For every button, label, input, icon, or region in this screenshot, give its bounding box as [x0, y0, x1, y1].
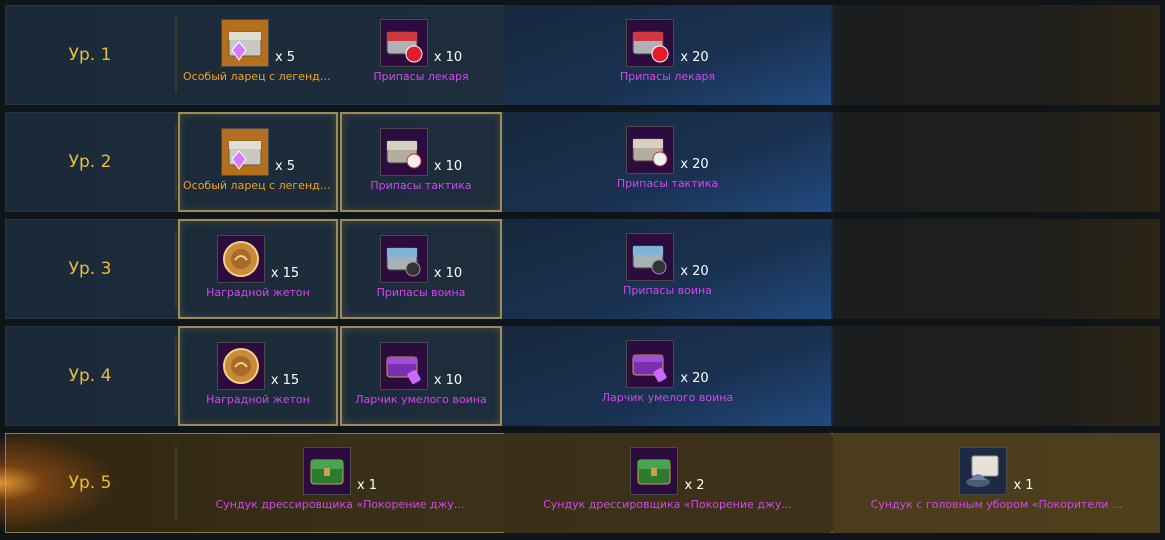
reward-quantity: x 5 — [274, 50, 296, 65]
reward-name: Сундук с головным убором «Покорители ... — [870, 498, 1123, 511]
reward-name: Ларчик умелого воина — [601, 391, 734, 404]
reward-name: Припасы воина — [623, 284, 712, 297]
row-divider — [175, 17, 177, 93]
healer-supplies-chest-icon[interactable] — [379, 19, 428, 67]
healer-supplies-chest-icon[interactable] — [626, 19, 675, 67]
reward-quantity: x 2 — [684, 478, 705, 493]
reward-quantity: x 15 — [270, 266, 300, 281]
skilled-warrior-box-icon[interactable] — [626, 340, 675, 388]
legendary-chest-icon[interactable] — [220, 128, 269, 176]
reward-quantity: x 5 — [274, 159, 296, 174]
reward-name: Особый ларец с легендар... — [183, 179, 333, 192]
reward-quantity: x 15 — [270, 373, 300, 388]
warrior-supplies-chest-icon[interactable] — [379, 235, 428, 283]
reward-slot-empty — [833, 326, 1160, 426]
reward-slot-free[interactable]: x 5 Особый ларец с легендар... — [178, 112, 338, 212]
reward-quantity: x 10 — [433, 50, 463, 65]
reward-quantity: x 10 — [433, 373, 463, 388]
reward-slot-free[interactable]: x 15 Наградной жетон — [178, 326, 338, 426]
level-row-3: Ур. 3 x 15 Наградной жетон x 10 Припасы … — [5, 219, 1160, 319]
level-row-2: Ур. 2 x 5 Особый ларец с легендар... x 1… — [5, 112, 1160, 212]
trainer-chest-icon[interactable] — [630, 447, 679, 495]
tactician-supplies-chest-icon[interactable] — [626, 126, 675, 174]
reward-quantity: x 1 — [1013, 478, 1034, 493]
level-row-4: Ур. 4 x 15 Наградной жетон x 10 Ларчик у… — [5, 326, 1160, 426]
reward-name: Ларчик умелого воина — [355, 393, 487, 406]
reward-name: Наградной жетон — [206, 286, 310, 299]
reward-slot-premium[interactable]: x 10 Припасы лекаря — [340, 5, 502, 105]
row-divider — [175, 445, 177, 521]
row-divider — [175, 124, 177, 200]
warrior-supplies-chest-icon[interactable] — [626, 233, 675, 281]
reward-quantity: x 20 — [680, 157, 709, 172]
headgear-chest-icon[interactable] — [959, 447, 1008, 495]
reward-token-icon[interactable] — [216, 342, 265, 390]
reward-token-icon[interactable] — [216, 235, 265, 283]
reward-slot-elite[interactable]: x 20 Ларчик умелого воина — [504, 326, 831, 426]
reward-slot-elite[interactable]: x 2 Сундук дрессировщика «Покорение джу.… — [504, 433, 831, 533]
level-label: Ур. 2 — [68, 152, 112, 172]
level-row-5: Ур. 5 x 1 Сундук дрессировщика «Покорени… — [0, 433, 1160, 533]
legendary-chest-icon[interactable] — [220, 19, 269, 67]
reward-slot-empty — [833, 5, 1160, 105]
reward-slot-premium[interactable]: x 10 Припасы воина — [340, 219, 502, 319]
reward-name: Сундук дрессировщика «Покорение джу... — [543, 498, 792, 511]
reward-name: Наградной жетон — [206, 393, 310, 406]
reward-quantity: x 20 — [680, 371, 709, 386]
skilled-warrior-box-icon[interactable] — [379, 342, 428, 390]
level-label: Ур. 5 — [68, 473, 112, 493]
reward-name: Сундук дрессировщика «Покорение джу... — [215, 498, 465, 511]
reward-name: Припасы воина — [376, 286, 466, 299]
level-row-1: Ур. 1 x 5 Особый ларец с легендар... x 1… — [5, 5, 1160, 105]
reward-slot-free[interactable]: x 1 Сундук дрессировщика «Покорение джу.… — [178, 433, 502, 533]
reward-slot-special[interactable]: x 1 Сундук с головным убором «Покорители… — [833, 433, 1160, 533]
trainer-chest-icon[interactable] — [302, 447, 351, 495]
level-label: Ур. 4 — [68, 366, 112, 386]
reward-slot-elite[interactable]: x 20 Припасы тактика — [504, 112, 831, 212]
level-label: Ур. 3 — [68, 259, 112, 279]
row-divider — [175, 338, 177, 414]
reward-slot-empty — [833, 219, 1160, 319]
reward-slot-free[interactable]: x 5 Особый ларец с легендар... — [178, 5, 338, 105]
reward-quantity: x 10 — [433, 159, 463, 174]
row-divider — [175, 231, 177, 307]
reward-slot-elite[interactable]: x 20 Припасы лекаря — [504, 5, 831, 105]
reward-slot-empty — [833, 112, 1160, 212]
reward-quantity: x 1 — [356, 478, 378, 493]
reward-quantity: x 20 — [680, 264, 709, 279]
reward-name: Припасы лекаря — [373, 70, 469, 83]
reward-slot-free[interactable]: x 15 Наградной жетон — [178, 219, 338, 319]
reward-quantity: x 20 — [680, 50, 709, 65]
reward-name: Припасы лекаря — [619, 70, 716, 83]
reward-slot-premium[interactable]: x 10 Припасы тактика — [340, 112, 502, 212]
reward-quantity: x 10 — [433, 266, 463, 281]
reward-slot-elite[interactable]: x 20 Припасы воина — [504, 219, 831, 319]
reward-name: Припасы тактика — [370, 179, 472, 192]
level-label: Ур. 1 — [68, 45, 112, 65]
reward-slot-premium[interactable]: x 10 Ларчик умелого воина — [340, 326, 502, 426]
reward-name: Особый ларец с легендар... — [183, 70, 333, 83]
reward-name: Припасы тактика — [616, 177, 719, 190]
tactician-supplies-chest-icon[interactable] — [379, 128, 428, 176]
